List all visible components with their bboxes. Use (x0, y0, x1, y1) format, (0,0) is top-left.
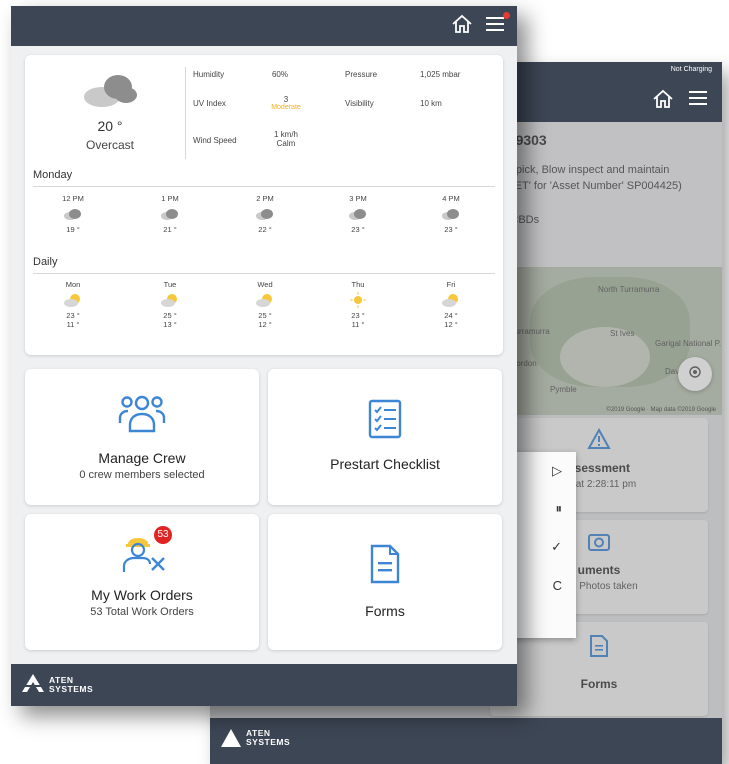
pause-icon: ⏸ (555, 501, 563, 516)
menu-icon[interactable] (688, 89, 708, 114)
day-label: Mon (65, 280, 81, 289)
tile-subtitle: 53 Total Work Orders (90, 606, 194, 618)
tile-subtitle: 0 crew members selected (79, 469, 205, 481)
work-orders-badge: 53 (154, 526, 172, 544)
uv-label: UV Index (193, 99, 226, 108)
hour-label: 1 PM (161, 194, 179, 203)
hourly-forecast-item: 12 PM 19 ° (43, 194, 103, 234)
day-high: 23 ° (351, 311, 365, 320)
hour-temp: 23 ° (351, 225, 365, 234)
weather-card: 20 ° Overcast Humidity 60% Pressure 1,02… (25, 55, 503, 355)
day-high: 25 ° (258, 311, 272, 320)
home-icon[interactable] (652, 89, 674, 114)
day-low: 11 ° (66, 320, 80, 329)
day-high: 24 ° (444, 311, 458, 320)
manage-crew-tile[interactable]: Manage Crew 0 crew members selected (25, 369, 259, 505)
divider (33, 186, 495, 187)
hour-label: 12 PM (62, 194, 84, 203)
day-label: Fri (446, 280, 456, 289)
menu-icon[interactable] (485, 15, 505, 38)
tile-title: Prestart Checklist (330, 456, 440, 472)
hour-temp: 22 ° (258, 225, 272, 234)
hour-label: 4 PM (442, 194, 460, 203)
day-label: Wed (257, 280, 273, 289)
day-high: 23 ° (66, 311, 80, 320)
hour-temp: 21 ° (163, 225, 177, 234)
pressure-label: Pressure (345, 70, 378, 79)
daily-forecast-item: Fri 24 ° 12 ° (421, 280, 481, 329)
wind-desc: Calm (276, 139, 296, 148)
partly-cloudy-icon (421, 292, 481, 308)
hourly-label: Monday (33, 169, 73, 181)
hour-label: 2 PM (256, 194, 274, 203)
forms-tile[interactable]: Forms (268, 514, 502, 650)
hour-label: 3 PM (349, 194, 367, 203)
current-weather: 20 ° Overcast (75, 69, 145, 152)
pressure-value: 1,025 mbar (420, 70, 461, 79)
aten-logo-icon (21, 673, 45, 698)
humidity-label: Humidity (193, 70, 225, 79)
cloud-icon (235, 206, 295, 222)
tile-title: Forms (365, 603, 405, 619)
status-text: Not Charging (670, 66, 712, 73)
hourly-forecast-item: 3 PM 23 ° (328, 194, 388, 234)
daily-forecast-item: Tue 25 ° 13 ° (140, 280, 200, 329)
cloud-icon (328, 206, 388, 222)
app-footer: ATEN SYSTEMS (11, 664, 517, 706)
partly-cloudy-icon (235, 292, 295, 308)
document-icon (268, 544, 502, 589)
hourly-forecast-item: 2 PM 22 ° (235, 194, 295, 234)
tile-title: Manage Crew (98, 450, 186, 466)
home-icon[interactable] (451, 14, 473, 39)
wind-label: Wind Speed (193, 136, 237, 145)
tile-title: My Work Orders (91, 587, 193, 603)
play-icon: ▷ (552, 463, 562, 478)
day-high: 25 ° (163, 311, 177, 320)
day-label: Thu (351, 280, 365, 289)
back-footer: ATEN SYSTEMS (210, 718, 722, 764)
visibility-label: Visibility (345, 99, 374, 108)
check-icon: ✓ (551, 539, 562, 554)
day-low: 11 ° (351, 320, 365, 329)
humidity-value: 60% (271, 70, 288, 79)
day-low: 12 ° (258, 320, 272, 329)
checklist-icon (268, 399, 502, 444)
hour-temp: 23 ° (444, 225, 458, 234)
daily-forecast-item: Wed 25 ° 12 ° (235, 280, 295, 329)
my-work-orders-tile[interactable]: 53 My Work Orders 53 Total Work Orders (25, 514, 259, 650)
day-label: Tue (163, 280, 177, 289)
divider (33, 273, 495, 274)
top-nav-bar (11, 6, 517, 46)
day-low: 13 ° (163, 320, 177, 329)
daily-forecast-item: Mon 23 ° 11 ° (43, 280, 103, 329)
daily-label: Daily (33, 256, 58, 268)
cloud-icon (140, 206, 200, 222)
refresh-icon: C (552, 577, 562, 593)
partly-cloudy-icon (43, 292, 103, 308)
current-condition: Overcast (85, 138, 134, 152)
crew-icon (25, 393, 259, 440)
sun-icon (328, 292, 388, 308)
aten-logo: ATEN SYSTEMS (220, 728, 290, 748)
current-temperature: 20 ° (97, 118, 123, 134)
wind-value: 1 km/h Calm (273, 130, 298, 148)
cloud-icon (43, 206, 103, 222)
hourly-forecast-item: 1 PM 21 ° (140, 194, 200, 234)
visibility-value: 10 km (420, 99, 442, 108)
partly-cloudy-icon (140, 292, 200, 308)
uv-level: Moderate (271, 104, 301, 111)
divider (185, 67, 186, 159)
daily-forecast-item: Thu 23 ° 11 ° (328, 280, 388, 329)
aten-logo-text: ATEN SYSTEMS (49, 675, 94, 694)
hour-temp: 19 ° (66, 225, 80, 234)
cloud-icon (82, 75, 138, 113)
day-low: 12 ° (444, 320, 458, 329)
uv-value: 3 Moderate (261, 95, 311, 111)
hourly-forecast-item: 4 PM 23 ° (421, 194, 481, 234)
worker-tools-icon: 53 (118, 526, 172, 579)
notification-dot (503, 12, 510, 19)
prestart-checklist-tile[interactable]: Prestart Checklist (268, 369, 502, 505)
front-phone-screen: 20 ° Overcast Humidity 60% Pressure 1,02… (11, 6, 517, 706)
cloud-icon (421, 206, 481, 222)
